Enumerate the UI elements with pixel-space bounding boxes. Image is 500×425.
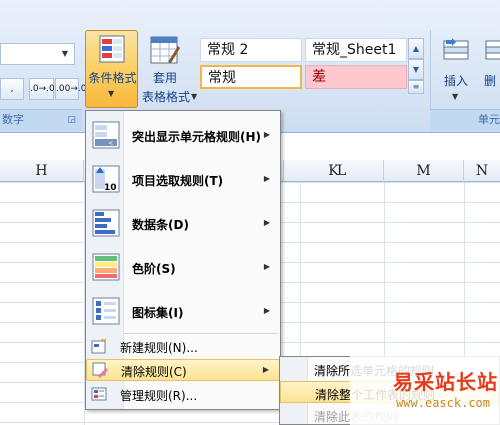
style-bad[interactable]: 差 <box>305 65 407 89</box>
column-header-n[interactable]: N <box>464 160 500 182</box>
gallery-scroll-up-button[interactable]: ▲ <box>408 38 424 59</box>
increase-decimal-button[interactable]: .0→.00 <box>29 78 60 100</box>
gallery-more-button[interactable]: ≡ <box>408 80 424 94</box>
menu-item-highlight-cells-rules[interactable]: < 突出显示单元格规则(H) ▶ <box>86 115 280 155</box>
menu-item-label: 新建规则(N)... <box>120 341 198 355</box>
menu-item-icon-sets[interactable]: 图标集(I) ▶ <box>86 291 280 331</box>
style-normal-sheet1[interactable]: 常规_Sheet1 <box>305 38 407 62</box>
number-group-label: 数字 <box>2 113 24 126</box>
conditional-formatting-label: 条件格式 <box>88 71 137 85</box>
submenu-arrow-icon: ▶ <box>263 306 270 315</box>
top-bottom-rules-icon: 10 <box>92 165 120 193</box>
menu-item-label: 突出显示单元格规则(H) <box>132 130 262 144</box>
submenu-arrow-icon: ▶ <box>263 130 270 139</box>
menu-item-label: 色阶(S) <box>132 262 176 276</box>
watermark-title: 易采站长站 <box>393 370 498 394</box>
decrease-decimal-button[interactable]: .00→.0 <box>55 78 86 100</box>
submenu-arrow-icon: ▶ <box>262 365 269 374</box>
number-group-footer: 数字 ◲ <box>0 109 82 131</box>
column-header-l[interactable]: L <box>300 160 384 182</box>
dialog-launcher-icon[interactable]: ◲ <box>67 110 76 130</box>
number-format-dropdown[interactable]: ▼ <box>0 43 75 65</box>
menu-item-manage-rules[interactable]: 管理规则(R)... <box>86 383 280 405</box>
watermark: 易采站长站 www.easck.com <box>350 356 500 425</box>
delete-label[interactable]: 删 <box>484 72 500 89</box>
menu-separator <box>124 333 278 334</box>
cells-group-label: 单元 <box>478 113 500 126</box>
cells-group-footer: 单元 <box>430 109 500 131</box>
color-scales-icon <box>92 253 120 281</box>
menu-item-color-scales[interactable]: 色阶(S) ▶ <box>86 247 280 287</box>
column-header-m[interactable]: M <box>384 160 464 182</box>
format-as-table-icon[interactable] <box>150 36 180 66</box>
gallery-scroll-down-button[interactable]: ▼ <box>408 59 424 80</box>
manage-rules-icon <box>91 387 107 401</box>
chevron-down-icon: ▼ <box>452 92 459 101</box>
style-normal-2[interactable]: 常规 2 <box>200 38 302 62</box>
comma-style-button[interactable]: , <box>0 78 24 100</box>
menu-item-label: 图标集(I) <box>132 306 184 320</box>
svg-text:<: < <box>108 140 113 147</box>
icon-sets-icon <box>92 297 120 325</box>
insert-cells-icon[interactable] <box>442 36 470 64</box>
menu-item-data-bars[interactable]: 数据条(D) ▶ <box>86 203 280 243</box>
chevron-down-icon: ▼ <box>61 49 69 58</box>
clear-rules-icon <box>92 362 108 378</box>
format-as-table-label-line2[interactable]: 表格格式 <box>136 88 196 105</box>
menu-item-label: 数据条(D) <box>132 218 189 232</box>
watermark-url: www.easck.com <box>396 396 490 410</box>
highlight-cells-rules-icon: < <box>92 121 120 149</box>
conditional-formatting-menu: < 突出显示单元格规则(H) ▶ 10 项目选取规则(T) ▶ 数据条(D) ▶ <box>85 110 281 410</box>
data-bars-icon <box>92 209 120 237</box>
menu-item-label: 项目选取规则(T) <box>132 174 224 188</box>
submenu-arrow-icon: ▶ <box>263 262 270 271</box>
submenu-arrow-icon: ▶ <box>263 218 270 227</box>
style-normal[interactable]: 常规 <box>200 65 302 89</box>
chevron-down-icon: ▼ <box>191 92 198 101</box>
menu-item-new-rule[interactable]: 新建规则(N)... <box>86 335 280 357</box>
menu-item-clear-rules[interactable]: 清除规则(C) ▶ <box>86 359 280 381</box>
chevron-down-icon: ▼ <box>108 89 115 98</box>
conditional-formatting-icon <box>99 35 125 63</box>
submenu-arrow-icon: ▶ <box>263 174 270 183</box>
menu-item-label: 清除规则(C) <box>121 365 187 379</box>
new-rule-icon <box>91 338 107 354</box>
menu-item-top-bottom-rules[interactable]: 10 项目选取规则(T) ▶ <box>86 159 280 199</box>
delete-cells-icon[interactable] <box>484 36 500 64</box>
svg-text:10: 10 <box>104 183 117 193</box>
column-header-h[interactable]: H <box>0 160 84 182</box>
conditional-formatting-button[interactable]: 条件格式 ▼ <box>85 30 138 108</box>
group-divider <box>430 30 431 110</box>
menu-item-label: 管理规则(R)... <box>120 389 198 403</box>
format-as-table-label-line1[interactable]: 套用 <box>140 69 190 86</box>
insert-label[interactable]: 插入 <box>436 72 476 89</box>
